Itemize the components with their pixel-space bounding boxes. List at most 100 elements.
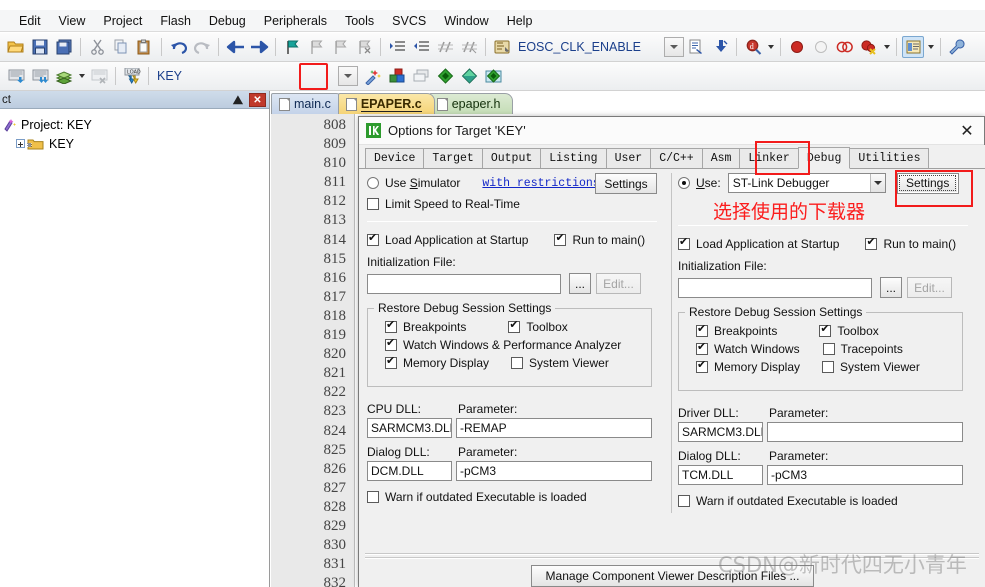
debugger-select[interactable]: ST-Link Debugger: [728, 173, 886, 193]
enable-breakpoint-icon[interactable]: [810, 36, 832, 58]
breakpoints-row[interactable]: Breakpoints Toolbox: [696, 324, 962, 338]
tree-item-project[interactable]: Project: KEY: [2, 115, 269, 134]
editor-tab-epaper-c[interactable]: EPAPER.c: [338, 93, 435, 114]
warn-outdated-row[interactable]: Warn if outdated Executable is loaded: [678, 494, 973, 508]
insert-find-icon[interactable]: [709, 36, 731, 58]
initialization-file-input[interactable]: [678, 278, 872, 298]
limit-speed-checkbox[interactable]: [367, 198, 379, 210]
window-layout-dropdown-caret[interactable]: [925, 36, 936, 58]
multi-project-icon[interactable]: [410, 65, 432, 87]
driver-dll-input[interactable]: SARMCM3.DLL: [678, 422, 763, 442]
tab-device[interactable]: Device: [365, 148, 424, 168]
configure-tools-icon[interactable]: [946, 36, 968, 58]
navigate-back-icon[interactable]: [224, 36, 246, 58]
system-viewer-checkbox[interactable]: [822, 361, 834, 373]
tab-debug[interactable]: Debug: [798, 147, 851, 169]
simulator-settings-button[interactable]: Settings: [595, 173, 657, 194]
tab-listing[interactable]: Listing: [540, 148, 606, 168]
close-icon[interactable]: ✕: [956, 121, 978, 141]
menu-item-svcs[interactable]: SVCS: [383, 12, 435, 30]
toolbox-checkbox[interactable]: [508, 321, 520, 333]
breakpoints-checkbox[interactable]: [385, 321, 397, 333]
bookmark-next-icon[interactable]: [329, 36, 351, 58]
load-app-row[interactable]: Load Application at Startup Run to main(…: [678, 234, 973, 254]
manage-runtime-environment-icon[interactable]: [482, 65, 504, 87]
menu-item-view[interactable]: View: [50, 12, 95, 30]
disable-all-breakpoints-icon[interactable]: [834, 36, 856, 58]
open-file-icon[interactable]: [5, 36, 27, 58]
search-dropdown-caret[interactable]: [765, 36, 776, 58]
browse-button[interactable]: ...: [880, 277, 902, 298]
debugger-settings-button[interactable]: Settings: [897, 173, 959, 194]
window-layout-icon[interactable]: [902, 36, 924, 58]
watch-windows-row[interactable]: Watch Windows Tracepoints: [696, 342, 962, 356]
stop-build-icon[interactable]: [88, 65, 110, 87]
menu-item-peripherals[interactable]: Peripherals: [255, 12, 336, 30]
memory-display-row[interactable]: Memory Display System Viewer: [696, 360, 962, 374]
load-application-checkbox[interactable]: [367, 234, 379, 246]
browse-button[interactable]: ...: [569, 273, 591, 294]
watch-windows-row[interactable]: Watch Windows & Performance Analyzer: [385, 338, 651, 352]
with-restrictions-link[interactable]: with restrictions: [482, 177, 599, 190]
use-debugger-row[interactable]: Use: ST-Link Debugger Settings: [678, 173, 973, 193]
warn-outdated-checkbox[interactable]: [678, 495, 690, 507]
download-to-flash-icon[interactable]: LOAD: [121, 65, 143, 87]
pack-installer-icon[interactable]: [434, 65, 456, 87]
driver-parameter-input[interactable]: [767, 422, 963, 442]
copy-icon[interactable]: [110, 36, 132, 58]
menu-item-edit[interactable]: Edit: [10, 12, 50, 30]
tab-utilities[interactable]: Utilities: [849, 148, 929, 168]
initialization-file-input[interactable]: [367, 274, 561, 294]
breakpoints-checkbox[interactable]: [696, 325, 708, 337]
run-to-main-checkbox[interactable]: [865, 238, 877, 250]
tab-linker[interactable]: Linker: [739, 148, 798, 168]
chevron-down-icon[interactable]: [870, 174, 885, 192]
use-simulator-row[interactable]: Use Simulator with restrictions Settings: [367, 173, 669, 193]
limit-speed-row[interactable]: Limit Speed to Real-Time: [367, 193, 669, 215]
menu-item-tools[interactable]: Tools: [336, 12, 383, 30]
close-icon[interactable]: ✕: [249, 93, 266, 107]
breakpoints-row[interactable]: Breakpoints Toolbox: [385, 320, 651, 334]
run-to-main-checkbox[interactable]: [554, 234, 566, 246]
load-application-checkbox[interactable]: [678, 238, 690, 250]
cpu-parameter-input[interactable]: -REMAP: [456, 418, 652, 438]
editor-tab-epaper-h[interactable]: epaper.h: [429, 93, 514, 114]
tracepoints-checkbox[interactable]: [823, 343, 835, 355]
expand-icon[interactable]: [16, 139, 25, 148]
build-target-icon[interactable]: [29, 65, 51, 87]
insert-breakpoint-icon[interactable]: [786, 36, 808, 58]
tab-target[interactable]: Target: [423, 148, 482, 168]
target-combo-arrow[interactable]: [338, 66, 358, 86]
memory-display-row[interactable]: Memory Display System Viewer: [385, 356, 651, 370]
comment-icon[interactable]: [434, 36, 456, 58]
warn-outdated-row[interactable]: Warn if outdated Executable is loaded: [367, 490, 669, 504]
tab-output[interactable]: Output: [482, 148, 541, 168]
tab-asm[interactable]: Asm: [702, 148, 741, 168]
undo-icon[interactable]: [167, 36, 189, 58]
select-software-packs-icon[interactable]: [458, 65, 480, 87]
breakpoints-dropdown-caret[interactable]: [881, 36, 892, 58]
use-simulator-radio[interactable]: [367, 177, 379, 189]
system-viewer-checkbox[interactable]: [511, 357, 523, 369]
rebuild-all-icon[interactable]: [53, 65, 75, 87]
cut-icon[interactable]: [86, 36, 108, 58]
menu-item-flash[interactable]: Flash: [151, 12, 200, 30]
indent-decrease-icon[interactable]: [410, 36, 432, 58]
watch-windows-checkbox[interactable]: [696, 343, 708, 355]
kill-all-breakpoints-icon[interactable]: [858, 36, 880, 58]
memory-display-checkbox[interactable]: [696, 361, 708, 373]
rebuild-dropdown-caret[interactable]: [76, 65, 87, 87]
watch-windows-checkbox[interactable]: [385, 339, 397, 351]
save-all-icon[interactable]: [53, 36, 75, 58]
options-for-target-icon[interactable]: [362, 65, 384, 87]
cpu-dll-input[interactable]: SARMCM3.DLL: [367, 418, 452, 438]
function-combo-arrow[interactable]: [664, 37, 684, 57]
navigate-forward-icon[interactable]: [248, 36, 270, 58]
dialog-parameter-input[interactable]: -pCM3: [767, 465, 963, 485]
manage-project-items-icon[interactable]: [386, 65, 408, 87]
tab-c-cpp[interactable]: C/C++: [650, 148, 703, 168]
bookmark-clear-icon[interactable]: [353, 36, 375, 58]
translate-file-icon[interactable]: [5, 65, 27, 87]
save-icon[interactable]: [29, 36, 51, 58]
menu-item-project[interactable]: Project: [94, 12, 151, 30]
